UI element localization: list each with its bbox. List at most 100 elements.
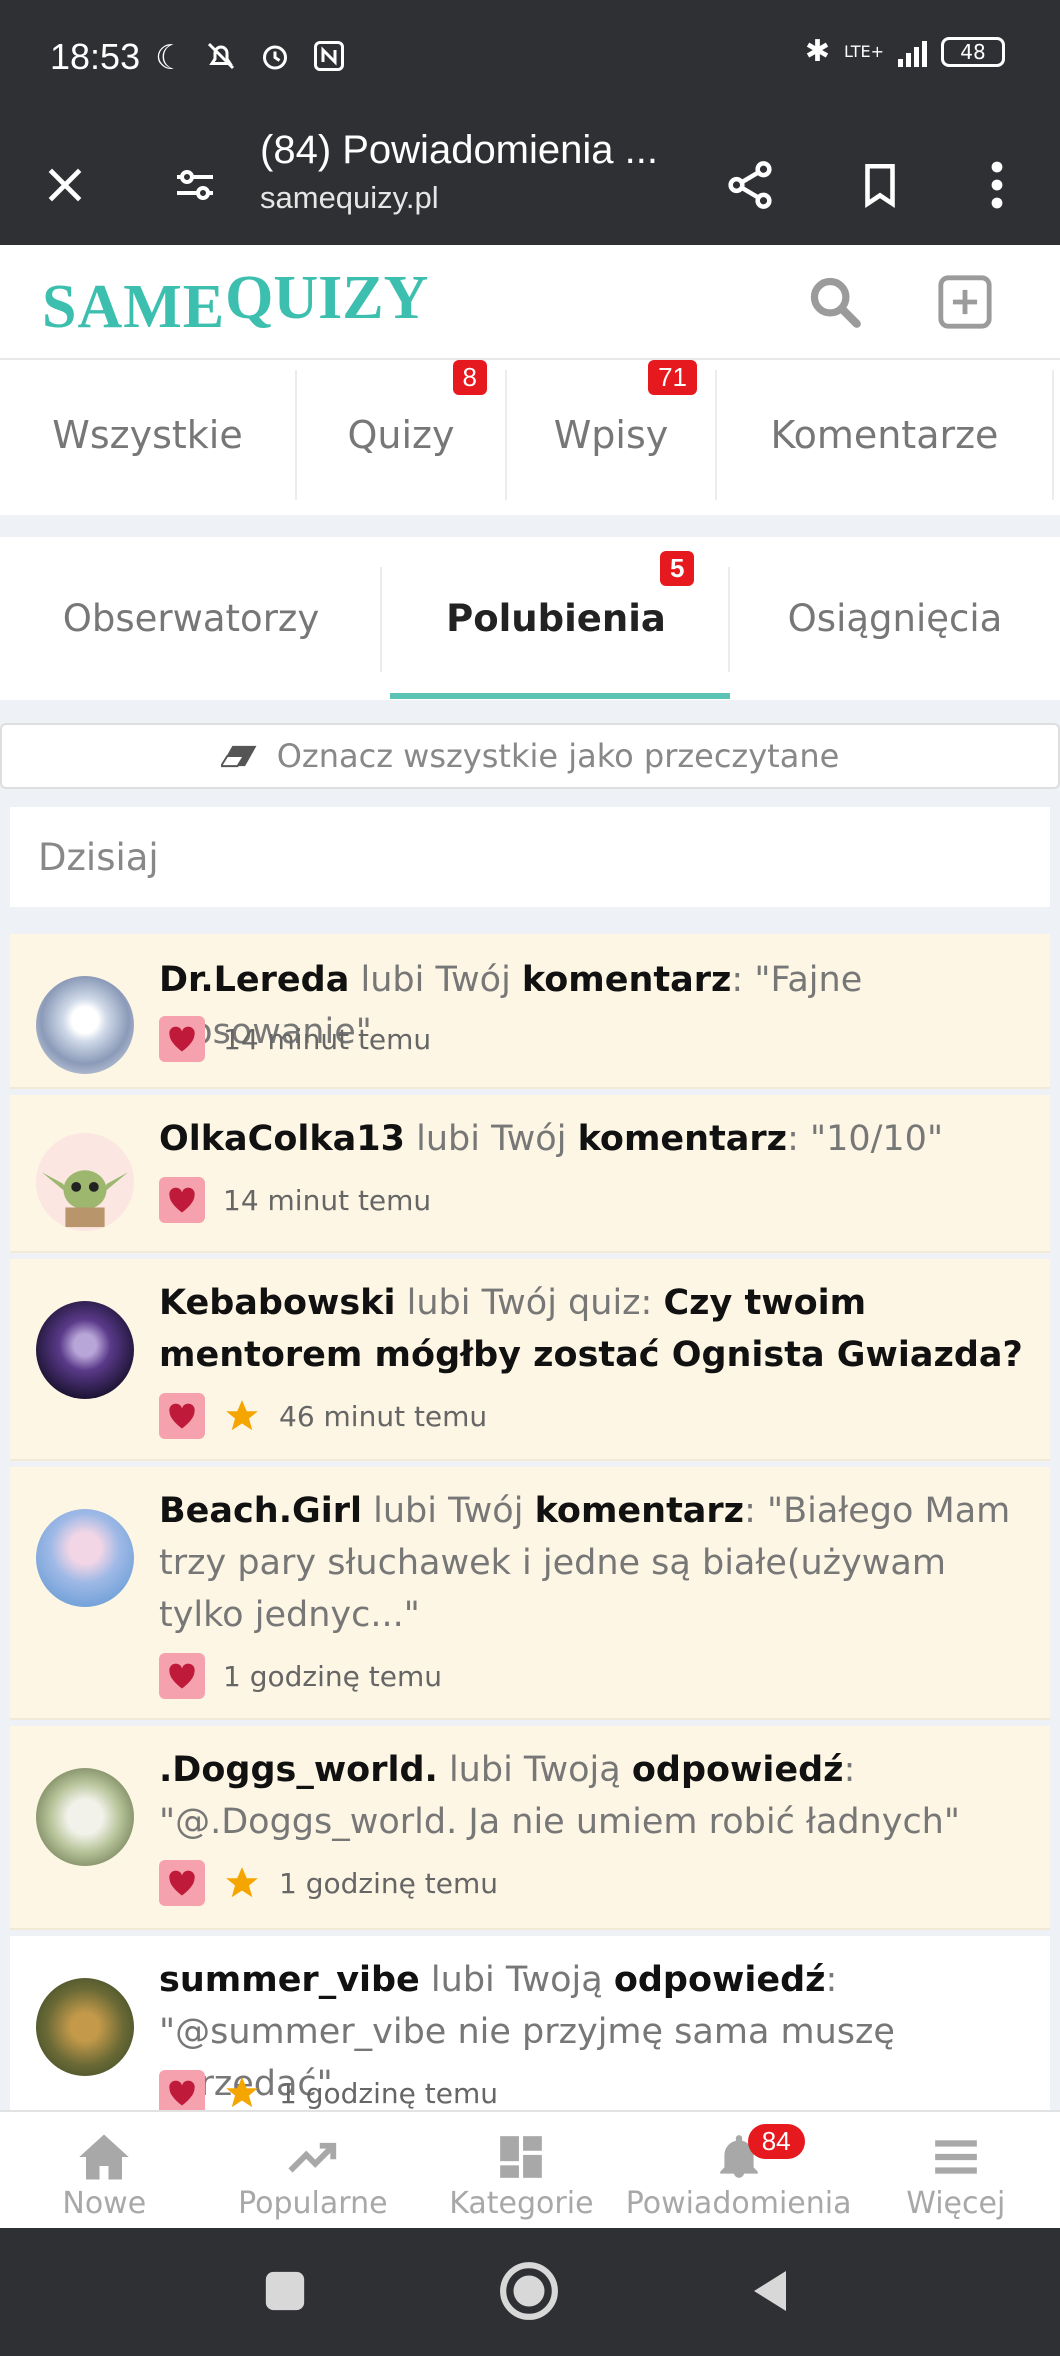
recents-icon[interactable] — [262, 2268, 308, 2314]
notification-item[interactable]: summer_vibe lubi Twoją odpowiedź: "@summ… — [10, 1936, 1050, 2116]
action-text: lubi Twój quiz: — [395, 1283, 664, 1323]
share-icon — [728, 161, 772, 209]
tab-label: Wszystkie — [52, 413, 243, 457]
tab-label: Quizy — [347, 413, 455, 457]
heart-icon — [159, 1653, 205, 1699]
user-link[interactable]: summer_vibe — [159, 1960, 420, 2000]
bookmark-icon — [865, 163, 895, 209]
plus-square-icon — [938, 275, 992, 329]
tab-label: Wpisy — [553, 413, 669, 457]
tab-polubienia[interactable]: Polubienia 5 — [382, 537, 730, 700]
eraser-icon — [220, 745, 257, 768]
site-header: SAME QUIZY — [0, 245, 1060, 360]
notification-text: Kebabowski lubi Twój quiz: Czy twoim men… — [159, 1277, 1030, 1381]
logo-text-same: SAME — [42, 273, 226, 341]
heart-icon — [159, 1393, 205, 1439]
tab-label: Obserwatorzy — [62, 597, 320, 640]
quote-text: : "10/10" — [787, 1119, 944, 1159]
timestamp: 46 minut temu — [279, 1399, 488, 1433]
tab-wszystkie[interactable]: Wszystkie — [0, 370, 297, 500]
site-settings-button[interactable] — [150, 140, 240, 230]
user-link[interactable]: Beach.Girl — [159, 1491, 362, 1531]
search-icon — [810, 277, 861, 328]
avatar[interactable] — [36, 1301, 134, 1399]
notification-meta: 46 minut temu — [159, 1393, 487, 1439]
notification-item[interactable]: Beach.Girl lubi Twój komentarz: "Białego… — [10, 1467, 1050, 1720]
mark-all-read-button[interactable]: Oznacz wszystkie jako przeczytane — [0, 723, 1060, 789]
tab-label: Komentarze — [770, 413, 999, 457]
active-tab-indicator — [390, 693, 730, 699]
nav-kategorie[interactable]: Kategorie — [417, 2112, 626, 2228]
tab-obserwatorzy[interactable]: Obserwatorzy — [0, 537, 382, 700]
nav-nowe[interactable]: Nowe — [0, 2112, 209, 2228]
dashboard-icon — [500, 2136, 543, 2178]
avatar[interactable] — [36, 1133, 134, 1231]
star-icon — [226, 2077, 258, 2108]
tab-quizy[interactable]: Quizy 8 — [297, 360, 507, 500]
avatar[interactable] — [36, 1509, 134, 1607]
timestamp: 1 godzinę temu — [279, 2076, 498, 2110]
user-link[interactable]: Kebabowski — [159, 1283, 395, 1323]
page-title[interactable]: (84) Powiadomienia ... — [260, 128, 690, 173]
heart-icon — [159, 1016, 205, 1062]
page-url[interactable]: samequizy.pl — [260, 180, 439, 216]
count-badge: 84 — [747, 2124, 805, 2159]
avatar[interactable] — [36, 976, 134, 1074]
heart-icon — [159, 1860, 205, 1906]
action-text: lubi Twój — [349, 960, 522, 1000]
nav-popularne[interactable]: Popularne — [209, 2112, 418, 2228]
moon-icon: ☾ — [155, 38, 186, 78]
bluetooth-icon: ✱ — [804, 34, 830, 69]
add-button[interactable] — [930, 267, 1000, 337]
trending-up-icon — [288, 2142, 337, 2173]
status-time: 18:53 — [50, 36, 141, 77]
close-tab-button[interactable] — [20, 140, 110, 230]
nav-wiecej[interactable]: Więcej — [851, 2112, 1060, 2228]
user-link[interactable]: OlkaColka13 — [159, 1119, 405, 1159]
object-link[interactable]: odpowiedź — [632, 1750, 844, 1790]
menu-button[interactable] — [952, 140, 1042, 230]
share-button[interactable] — [705, 140, 795, 230]
close-icon — [48, 168, 82, 202]
bookmark-button[interactable] — [835, 140, 925, 230]
action-text: lubi Twoją — [437, 1750, 632, 1790]
notification-text: Beach.Girl lubi Twój komentarz: "Białego… — [159, 1485, 1030, 1641]
nav-label: Kategorie — [449, 2186, 594, 2221]
object-link[interactable]: komentarz — [535, 1491, 745, 1531]
notification-item[interactable]: .Doggs_world. lubi Twoją odpowiedź: "@.D… — [10, 1726, 1050, 1930]
timestamp: 14 minut temu — [223, 1183, 432, 1217]
browser-chrome: 18:53 ☾ ✱ LTE+ 48 (84) Powiadomienia ...… — [0, 0, 1060, 245]
nfc-icon — [311, 38, 347, 83]
nav-powiadomienia[interactable]: 84 Powiadomienia — [626, 2112, 851, 2228]
object-link[interactable]: komentarz — [578, 1119, 788, 1159]
user-link[interactable]: .Doggs_world. — [159, 1750, 438, 1790]
tab-komentarze[interactable]: Komentarze — [717, 370, 1054, 500]
back-icon[interactable] — [746, 2266, 794, 2316]
notification-text: .Doggs_world. lubi Twoją odpowiedź: "@.D… — [159, 1744, 1030, 1848]
object-link[interactable]: komentarz — [522, 960, 732, 1000]
notification-meta: 14 minut temu — [159, 1177, 431, 1223]
tune-icon — [177, 170, 213, 200]
avatar[interactable] — [36, 1768, 134, 1866]
action-text: lubi Twój — [361, 1491, 535, 1531]
network-label: LTE+ — [844, 41, 884, 61]
user-link[interactable]: Dr.Lereda — [159, 960, 349, 1000]
site-logo[interactable]: SAME QUIZY — [42, 253, 428, 343]
notification-item[interactable]: Dr.Lereda lubi Twój komentarz: "Fajne gł… — [10, 934, 1050, 1089]
tab-wpisy[interactable]: Wpisy 71 — [507, 360, 717, 500]
timestamp: 14 minut temu — [223, 1022, 432, 1056]
object-link[interactable]: odpowiedź — [614, 1960, 826, 2000]
notification-type-tabs: Wszystkie Quizy 8 Wpisy 71 Komentarze — [0, 360, 1060, 515]
tab-osiagniecia[interactable]: Osiągnięcia — [730, 537, 1060, 700]
home-button-icon[interactable] — [498, 2260, 560, 2322]
avatar[interactable] — [36, 1978, 134, 2076]
tab-label: Osiągnięcia — [787, 597, 1003, 640]
search-button[interactable] — [800, 267, 870, 337]
notification-item[interactable]: OlkaColka13 lubi Twój komentarz: "10/10"… — [10, 1095, 1050, 1253]
bottom-navigation: Nowe Popularne Kategorie 84 Powiadomieni… — [0, 2110, 1060, 2228]
system-navigation-bar — [0, 2228, 1060, 2356]
nav-label: Popularne — [238, 2186, 388, 2221]
notification-item[interactable]: Kebabowski lubi Twój quiz: Czy twoim men… — [10, 1259, 1050, 1461]
timestamp: 1 godzinę temu — [279, 1866, 498, 1900]
notification-meta: 1 godzinę temu — [159, 1653, 442, 1699]
